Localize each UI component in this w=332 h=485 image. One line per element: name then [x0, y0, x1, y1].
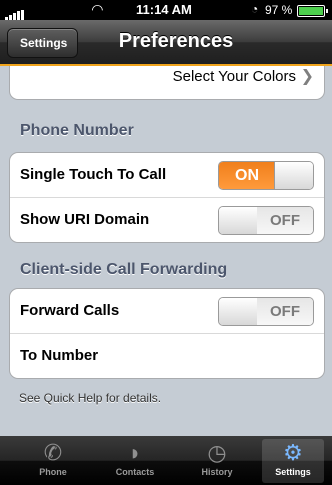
chevron-right-icon: ❯ [300, 68, 314, 85]
battery-percent: 97 % [265, 3, 293, 17]
section-header-phone-number: Phone Number [20, 122, 134, 139]
to-number-label: To Number [20, 347, 99, 364]
phone-handset-icon: ✆ [43, 440, 63, 465]
quick-help-note: See Quick Help for details. [19, 391, 162, 405]
select-colors-row[interactable]: Select Your Colors ❯ [10, 66, 324, 99]
battery-icon [297, 5, 328, 17]
single-touch-row: Single Touch To Call ON [10, 153, 324, 197]
single-touch-label: Single Touch To Call [20, 166, 167, 183]
select-colors-label: Select Your Colors [172, 68, 296, 85]
call-forwarding-group: Forward Calls OFF To Number [9, 288, 325, 379]
show-uri-domain-label: Show URI Domain [20, 211, 150, 228]
phone-number-group: Single Touch To Call ON Show URI Domain … [9, 152, 325, 243]
section-header-call-forwarding: Client-side Call Forwarding [20, 261, 228, 278]
show-uri-domain-row: Show URI Domain OFF [10, 197, 324, 242]
tab-label: Contacts [115, 467, 155, 477]
show-uri-domain-toggle[interactable]: OFF [218, 206, 314, 235]
forward-calls-label: Forward Calls [20, 302, 120, 319]
alarm-icon: ◔ [251, 2, 259, 16]
navigation-bar: Settings Preferences [0, 20, 332, 66]
person-icon: ◗ [128, 440, 142, 465]
gears-icon: ⚙ [283, 440, 303, 465]
status-time: 11:14 AM [136, 2, 192, 17]
single-touch-toggle[interactable]: ON [218, 161, 314, 190]
tab-label: Settings [275, 467, 311, 477]
tab-label: Phone [39, 467, 67, 477]
status-bar: ◠ 11:14 AM ◔ 97 % [0, 0, 332, 20]
toggle-knob [219, 207, 258, 234]
toggle-state-label: OFF [257, 207, 313, 234]
clock-icon: ◷ [207, 440, 227, 465]
toggle-state-label: OFF [257, 298, 313, 325]
to-number-row[interactable]: To Number [10, 333, 324, 378]
tab-history[interactable]: ◷ History [186, 439, 248, 483]
tab-bar: ✆ Phone ◗ Contacts ◷ History ⚙ Settings [0, 436, 332, 485]
tab-label: History [201, 467, 233, 477]
preferences-content[interactable]: Select Your Colors ❯ Phone Number Single… [0, 66, 332, 436]
forward-calls-toggle[interactable]: OFF [218, 297, 314, 326]
tab-contacts[interactable]: ◗ Contacts [104, 439, 166, 483]
tab-settings[interactable]: ⚙ Settings [262, 439, 324, 483]
toggle-state-label: ON [219, 162, 275, 189]
signal-strength-icon [5, 5, 25, 20]
forward-calls-row: Forward Calls OFF [10, 289, 324, 333]
page-title: Preferences [118, 30, 234, 52]
colors-group: Select Your Colors ❯ [9, 66, 325, 100]
wifi-icon: ◠ [92, 1, 103, 17]
toggle-knob [219, 298, 258, 325]
tab-phone[interactable]: ✆ Phone [22, 439, 84, 483]
toggle-knob [274, 162, 313, 189]
